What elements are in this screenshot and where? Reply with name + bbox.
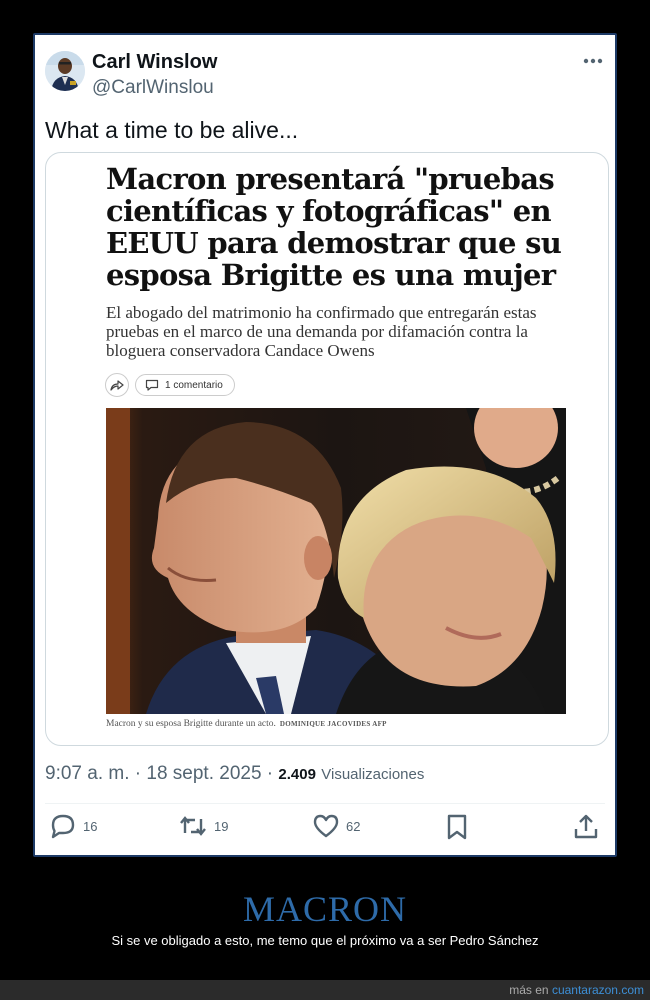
- watermark-prefix: más en: [509, 983, 552, 997]
- footer-subtitle: Si se ve obligado a esto, me temo que el…: [111, 933, 539, 948]
- watermark-bar: más en cuantarazon.com: [0, 980, 650, 1000]
- article-share-button[interactable]: [105, 373, 129, 397]
- tweet-timestamp[interactable]: 9:07 a. m. · 18 sept. 2025 ·: [45, 763, 273, 784]
- author-handle[interactable]: @CarlWinslou: [92, 77, 214, 99]
- like-button[interactable]: 62: [312, 813, 360, 839]
- views-count: 2.409: [278, 766, 316, 783]
- more-icon: [583, 58, 603, 64]
- photo-caption: Macron y su esposa Brigitte durante un a…: [106, 719, 387, 729]
- tweet-text: What a time to be alive...: [45, 117, 299, 143]
- tweet-media[interactable]: Macron presentará "pruebas científicas y…: [45, 152, 609, 746]
- reply-count: 16: [83, 818, 98, 834]
- share-button[interactable]: [573, 813, 599, 841]
- share-upload-icon: [574, 814, 598, 839]
- bookmark-button[interactable]: [445, 813, 469, 841]
- share-icon: [110, 380, 124, 391]
- watermark-link[interactable]: cuantarazon.com: [552, 983, 644, 997]
- divider: [45, 803, 605, 804]
- reply-button[interactable]: 16: [49, 813, 97, 839]
- watermark-text: más en cuantarazon.com: [509, 983, 644, 997]
- reply-icon: [51, 814, 75, 839]
- action-bar: 16 19 62: [35, 813, 615, 843]
- article-comment-button[interactable]: 1 comentario: [135, 374, 235, 396]
- caption-text: Macron y su esposa Brigitte durante un a…: [106, 719, 276, 729]
- article-subheadline: El abogado del matrimonio ha confirmado …: [106, 303, 537, 360]
- article-photo: [106, 408, 566, 714]
- more-button[interactable]: [581, 49, 605, 73]
- retweet-button[interactable]: 19: [178, 813, 228, 839]
- caption-credit: DOMINIQUE JACOVIDES AFP: [279, 720, 387, 728]
- like-count: 62: [346, 818, 361, 834]
- author-name[interactable]: Carl Winslow: [92, 51, 217, 74]
- tweet-card: Carl Winslow @CarlWinslou What a time to…: [33, 33, 617, 857]
- avatar[interactable]: [45, 51, 85, 91]
- retweet-icon: [180, 816, 206, 836]
- comment-count-label: 1 comentario: [165, 379, 223, 391]
- article-headline: Macron presentará "pruebas científicas y…: [106, 162, 562, 292]
- retweet-count: 19: [214, 818, 229, 834]
- tweet-meta: 9:07 a. m. · 18 sept. 2025 · 2.409 Visua…: [45, 763, 424, 785]
- views-label: Visualizaciones: [321, 766, 425, 783]
- footer-title: MACRON: [242, 889, 408, 929]
- bookmark-icon: [447, 814, 467, 840]
- like-icon: [313, 814, 339, 838]
- comment-icon: [145, 379, 159, 391]
